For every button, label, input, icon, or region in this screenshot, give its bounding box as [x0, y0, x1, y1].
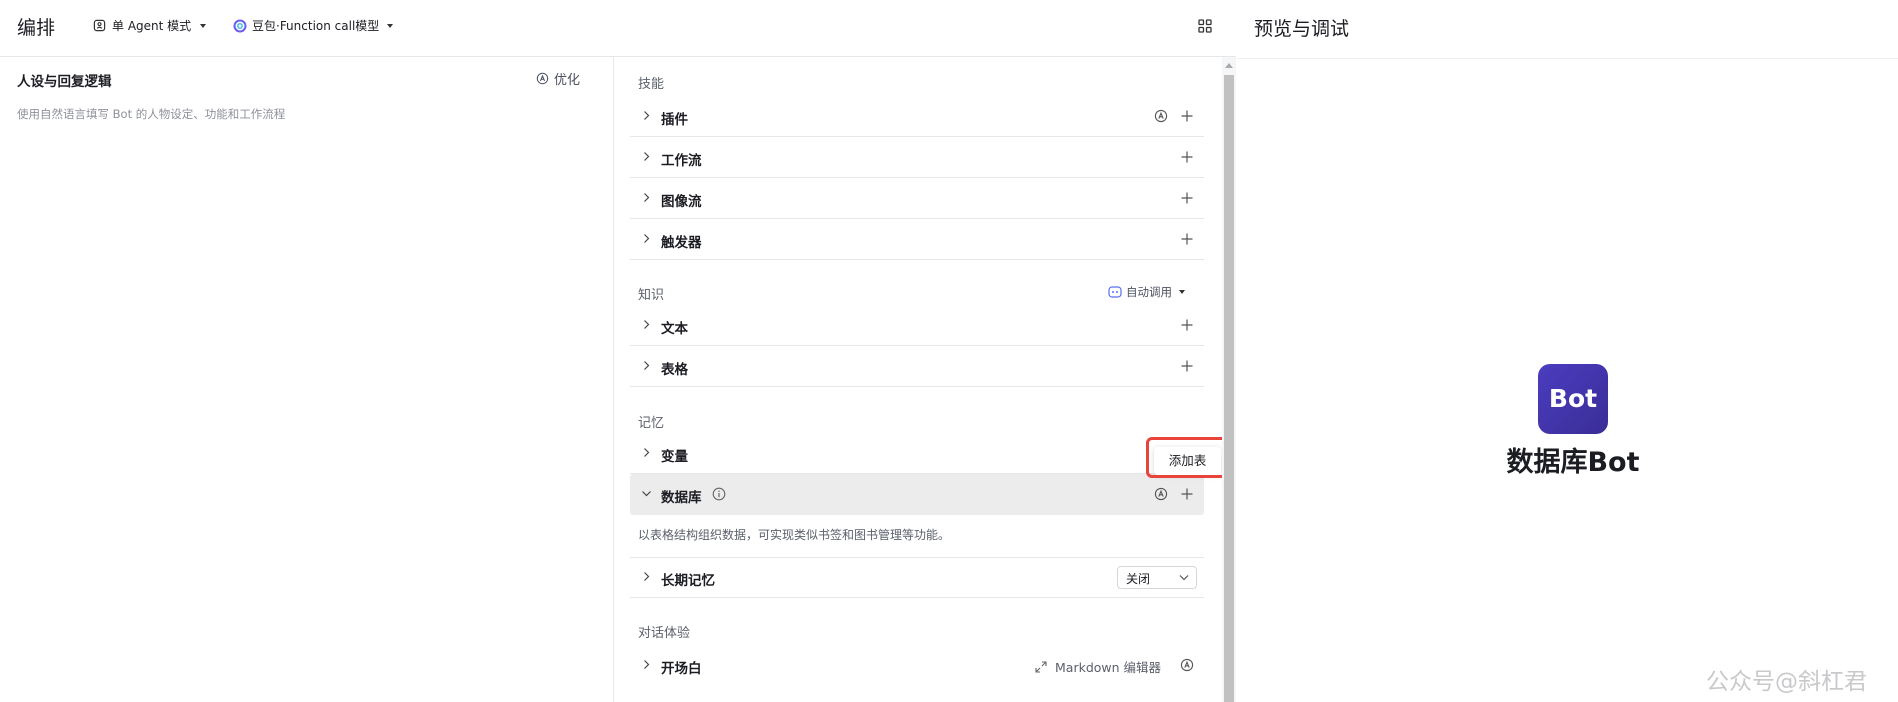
- chevron-down-icon: [200, 23, 207, 28]
- auto-a-icon: [536, 72, 549, 85]
- knowledge-label: 表格: [661, 362, 688, 378]
- agent-icon: [93, 19, 106, 32]
- scroll-up-icon[interactable]: [1225, 63, 1233, 68]
- dialog-label: 开场白: [661, 661, 702, 677]
- auto-a-icon[interactable]: [1154, 109, 1168, 123]
- auto-a-icon[interactable]: [1180, 658, 1194, 672]
- markdown-editor-button[interactable]: Markdown 编辑器: [1035, 657, 1161, 676]
- dialog-group-title: 对话体验: [638, 626, 691, 641]
- auto-a-icon[interactable]: [1154, 487, 1168, 501]
- chevron-right-icon[interactable]: [642, 193, 651, 202]
- bot-name: 数据库Bot: [1506, 447, 1640, 478]
- markdown-editor-label: Markdown 编辑器: [1055, 660, 1162, 675]
- scrollbar-thumb[interactable]: [1224, 75, 1234, 702]
- info-icon[interactable]: [712, 487, 726, 501]
- skill-row-trigger[interactable]: 触发器: [630, 219, 1204, 260]
- chevron-right-icon[interactable]: [642, 448, 651, 457]
- chevron-down-icon[interactable]: [642, 489, 651, 498]
- optimize-label: 优化: [554, 73, 581, 88]
- skill-label: 插件: [661, 112, 688, 128]
- skill-row-imageflow[interactable]: 图像流: [630, 178, 1204, 219]
- prompt-input[interactable]: 使用自然语言填写 Bot 的人物设定、功能和工作流程: [17, 106, 285, 122]
- dialog-row-opening[interactable]: 开场白 Markdown 编辑器: [630, 645, 1204, 686]
- prompt-panel: 人设与回复逻辑 优化 使用自然语言填写 Bot 的人物设定、功能和工作流程: [0, 57, 614, 702]
- auto-call-icon: [1108, 286, 1122, 298]
- chevron-right-icon[interactable]: [642, 320, 651, 329]
- chevron-right-icon[interactable]: [642, 111, 651, 120]
- optimize-button[interactable]: 优化: [536, 69, 580, 88]
- memory-row-long-term[interactable]: 长期记忆 关闭: [630, 557, 1204, 598]
- memory-row-database[interactable]: 数据库: [630, 474, 1204, 515]
- add-workflow-icon[interactable]: [1180, 150, 1194, 164]
- knowledge-label: 文本: [661, 321, 688, 337]
- knowledge-group-title: 知识: [638, 288, 665, 303]
- chevron-right-icon[interactable]: [642, 660, 651, 669]
- skills-group-title: 技能: [638, 77, 665, 92]
- auto-call-select[interactable]: 自动调用: [1108, 284, 1185, 300]
- model-label: 豆包·Function call模型: [252, 19, 380, 33]
- add-plugin-icon[interactable]: [1180, 109, 1194, 123]
- skill-row-plugin[interactable]: 插件: [630, 96, 1204, 137]
- skill-label: 触发器: [661, 235, 702, 251]
- add-database-table-icon[interactable]: [1180, 487, 1194, 501]
- knowledge-row-text[interactable]: 文本: [630, 305, 1204, 346]
- add-text-icon[interactable]: [1180, 318, 1194, 332]
- chevron-down-icon: [387, 23, 394, 28]
- expand-icon: [1035, 660, 1047, 673]
- skill-label: 图像流: [661, 194, 702, 210]
- doubao-model-icon: [233, 19, 247, 32]
- chevron-down-icon: [1179, 575, 1189, 581]
- long-term-memory-select[interactable]: 关闭: [1117, 566, 1197, 589]
- chevron-right-icon[interactable]: [642, 361, 651, 370]
- chevron-right-icon[interactable]: [642, 152, 651, 161]
- add-imageflow-icon[interactable]: [1180, 191, 1194, 205]
- memory-label: 变量: [661, 449, 688, 465]
- preview-header: 预览与调试: [1237, 0, 1898, 59]
- knowledge-row-table[interactable]: 表格: [630, 346, 1204, 387]
- add-trigger-icon[interactable]: [1180, 232, 1194, 246]
- agent-mode-label: 单 Agent 模式: [112, 19, 192, 33]
- memory-group-title: 记忆: [638, 416, 665, 431]
- skill-row-workflow[interactable]: 工作流: [630, 137, 1204, 178]
- chevron-right-icon[interactable]: [642, 234, 651, 243]
- long-term-memory-value: 关闭: [1126, 572, 1151, 586]
- memory-label: 数据库: [661, 490, 702, 506]
- bot-avatar: Bot: [1538, 364, 1608, 434]
- chevron-right-icon[interactable]: [642, 572, 651, 581]
- auto-call-label: 自动调用: [1126, 285, 1172, 299]
- preview-title: 预览与调试: [1254, 18, 1350, 40]
- memory-label: 长期记忆: [661, 573, 715, 589]
- editor-title: 编排: [17, 17, 56, 39]
- scrollbar[interactable]: [1222, 57, 1236, 702]
- database-description: 以表格结构组织数据，可实现类似书签和图书管理等功能。: [638, 528, 951, 542]
- add-table-icon[interactable]: [1180, 359, 1194, 373]
- model-select[interactable]: 豆包·Function call模型: [233, 17, 394, 34]
- editor-header: 编排 单 Agent 模式 豆包·Function call模型: [0, 0, 1236, 57]
- layout-grid-icon[interactable]: [1196, 17, 1214, 35]
- prompt-title: 人设与回复逻辑: [17, 74, 112, 90]
- skill-label: 工作流: [661, 153, 702, 169]
- memory-row-variable[interactable]: 变量: [630, 433, 1204, 474]
- chevron-down-icon: [1179, 290, 1185, 294]
- agent-mode-select[interactable]: 单 Agent 模式: [93, 17, 207, 34]
- watermark: 公众号@斜杠君: [1706, 669, 1867, 695]
